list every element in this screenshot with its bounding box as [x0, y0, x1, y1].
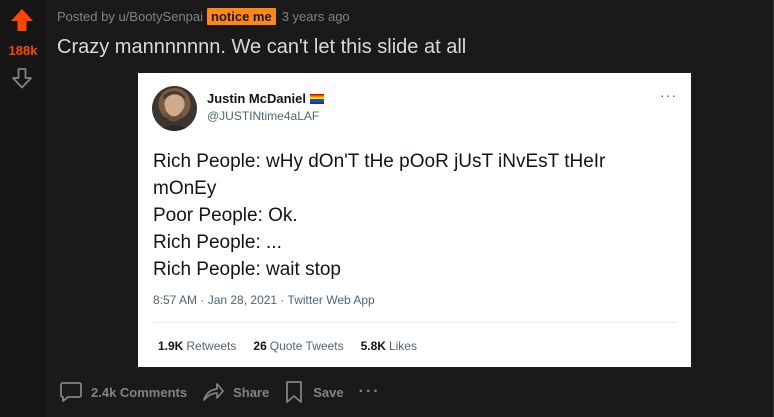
- tweet-line: Rich People: wait stop: [153, 259, 341, 280]
- retweets-count: 1.9K: [158, 339, 184, 353]
- share-label: Share: [233, 384, 270, 400]
- tweet-line: Rich People: ...: [153, 232, 282, 253]
- likes-label: Likes: [388, 339, 417, 353]
- tweet-timestamp: 8:57 AM · Jan 28, 2021 · Twitter Web App: [153, 293, 375, 307]
- tweet-line: Poor People: Ok.: [153, 205, 298, 226]
- user-flair: notice me: [207, 7, 276, 25]
- reddit-post: 188k Posted by u/BootySenpai notice me 3…: [0, 0, 774, 417]
- tweet-stats: 1.9K Retweets 26 Quote Tweets 5.8K Likes: [158, 339, 417, 353]
- vote-column: 188k: [0, 0, 46, 417]
- more-horizontal-icon: ···: [660, 87, 677, 103]
- posted-by-label: Posted by: [57, 8, 115, 24]
- pride-flag-icon: [309, 93, 324, 104]
- author-link[interactable]: u/BootySenpai: [118, 9, 203, 24]
- tweet-body: Rich People: wHy dOn'T tHe pOoR jUsT iNv…: [153, 148, 673, 283]
- share-button[interactable]: Share: [194, 376, 276, 408]
- likes-stat: 5.8K Likes: [361, 339, 417, 353]
- save-button[interactable]: Save: [276, 376, 350, 408]
- likes-count: 5.8K: [360, 339, 386, 353]
- post-actions: 2.4k Comments Share Save ···: [52, 376, 389, 408]
- bookmark-icon: [286, 381, 303, 403]
- post-meta: Posted by u/BootySenpai notice me 3 year…: [57, 6, 350, 26]
- retweets-stat: 1.9K Retweets: [158, 339, 236, 353]
- retweets-label: Retweets: [186, 339, 237, 353]
- comments-label: 2.4k Comments: [91, 384, 188, 400]
- avatar-face-icon: [157, 91, 192, 131]
- downvote-arrow-icon[interactable]: [11, 67, 33, 89]
- comment-bubble-icon: [60, 382, 82, 402]
- post-title[interactable]: Crazy mannnnnnn. We can't let this slide…: [57, 36, 466, 59]
- divider: [153, 322, 676, 323]
- save-label: Save: [313, 384, 344, 400]
- tweet-line: Rich People: wHy dOn'T tHe pOoR jUsT iNv…: [153, 151, 606, 172]
- tweet-line: mOnEy: [153, 178, 217, 199]
- more-options-button[interactable]: ···: [351, 383, 389, 401]
- post-age[interactable]: 3 years ago: [282, 9, 350, 24]
- display-name-text: Justin McDaniel: [207, 91, 306, 106]
- tweet-display-name: Justin McDaniel: [207, 91, 324, 106]
- avatar: [152, 86, 197, 131]
- quotes-label: Quote Tweets: [269, 339, 344, 353]
- tweet-handle: @JUSTINtime4aLAF: [207, 109, 320, 123]
- vote-score: 188k: [8, 43, 38, 58]
- upvote-arrow-icon[interactable]: [10, 8, 34, 32]
- quotes-count: 26: [253, 339, 267, 353]
- share-arrow-icon: [203, 383, 224, 401]
- tweet-screenshot[interactable]: Justin McDaniel @JUSTINtime4aLAF ··· Ric…: [138, 73, 691, 367]
- quotes-stat: 26 Quote Tweets: [253, 339, 343, 353]
- comments-button[interactable]: 2.4k Comments: [52, 376, 194, 408]
